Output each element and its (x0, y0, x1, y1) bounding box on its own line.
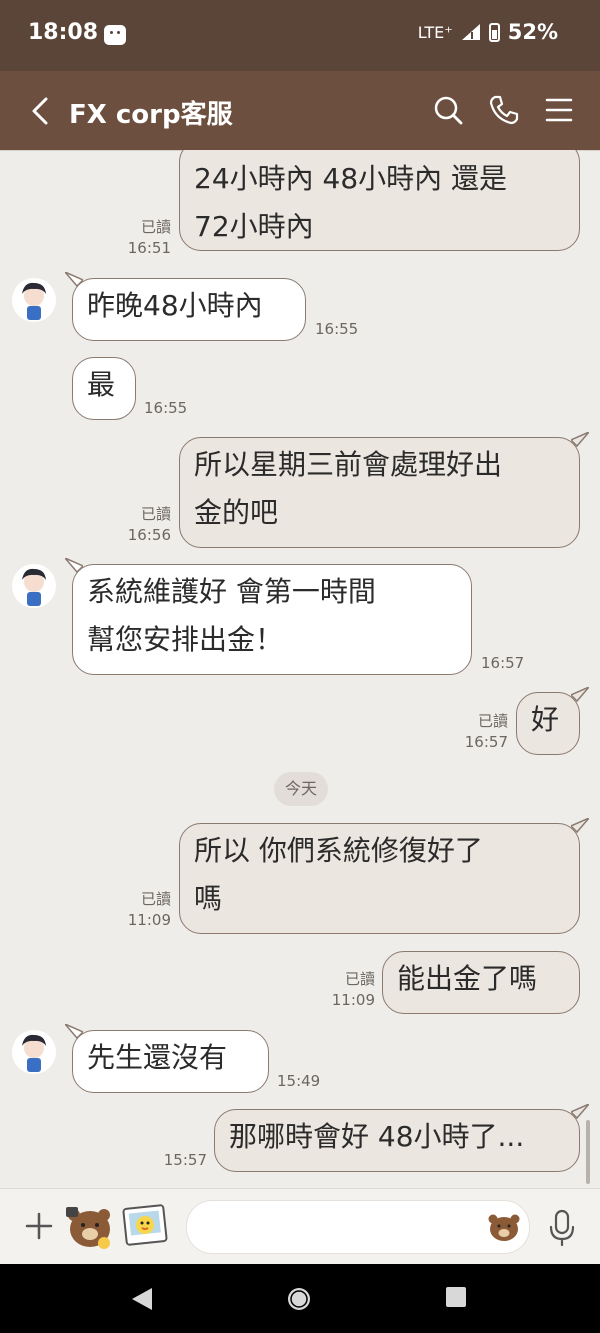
message-input[interactable] (186, 1200, 530, 1254)
signal-icon (461, 24, 480, 40)
message-meta: 已讀 16:57 (437, 711, 508, 753)
sticker-icon[interactable] (122, 1203, 170, 1249)
scrollbar[interactable] (586, 1120, 590, 1184)
message-text: 能出金了嗎 (397, 962, 538, 995)
sticker-icon[interactable] (62, 1201, 114, 1251)
message-text: 昨晚48小時內 (87, 289, 263, 322)
message-time: 16:55 (144, 399, 188, 417)
message-bubble-incoming[interactable]: 最 (72, 357, 136, 420)
microphone-icon[interactable] (548, 1209, 576, 1247)
message-text: 最 (87, 368, 116, 401)
search-icon[interactable] (431, 93, 465, 127)
message-time: 16:57 (464, 733, 508, 751)
message-time: 15:57 (163, 1151, 207, 1169)
plus-icon[interactable] (24, 1211, 54, 1241)
message-text: 72小時內 (194, 210, 314, 243)
message-bubble-incoming[interactable]: 系統維護好 會第一時間 幫您安排出金！ (65, 558, 472, 675)
message-bubble-outgoing[interactable]: 24小時內 48小時內 還是 72小時內 (179, 150, 580, 251)
system-navigation-bar (0, 1264, 600, 1333)
back-nav-icon[interactable] (130, 1286, 154, 1312)
avatar[interactable] (12, 564, 56, 608)
notification-icon (104, 25, 126, 45)
message-meta: 已讀 11:09 (100, 889, 171, 931)
message-text: 先生還沒有 (87, 1041, 228, 1074)
phone-icon[interactable] (487, 93, 521, 127)
message-bubble-incoming[interactable]: 先生還沒有 (65, 1024, 269, 1093)
bubble-tail (571, 687, 589, 703)
avatar[interactable] (12, 1030, 56, 1074)
read-receipt: 已讀 (344, 970, 375, 988)
message-text: 那哪時會好 48小時了... (229, 1120, 525, 1153)
message-list[interactable]: 24小時內 48小時內 還是 72小時內 已讀 16:51 昨晚48小時內 16… (0, 150, 600, 1188)
read-receipt: 已讀 (140, 890, 171, 908)
status-time: 18:08 (28, 20, 99, 45)
message-time: 15:49 (277, 1072, 321, 1090)
chat-title[interactable]: FX corp客服 (69, 94, 233, 131)
chat-header: FX corp客服 (0, 71, 600, 151)
read-receipt: 已讀 (140, 218, 171, 236)
message-bubble-outgoing[interactable]: 能出金了嗎 (382, 951, 580, 1014)
message-text: 所以 你們系統修復好了 (194, 834, 483, 867)
battery-percent: 52% (507, 20, 558, 44)
message-text: 系統維護好 會第一時間 (87, 575, 376, 608)
avatar[interactable] (12, 278, 56, 322)
message-text: 24小時內 48小時內 還是 (194, 162, 508, 195)
message-text: 好 (531, 703, 560, 736)
message-time: 16:56 (127, 526, 171, 544)
read-receipt: 已讀 (140, 505, 171, 523)
message-time: 11:09 (331, 991, 375, 1009)
message-bubble-incoming[interactable]: 昨晚48小時內 (65, 272, 306, 341)
bubble-tail (65, 558, 83, 574)
message-text: 幫您安排出金！ (87, 623, 284, 656)
message-time: 16:51 (127, 239, 171, 257)
bubble-tail (65, 1024, 83, 1040)
message-time: 16:57 (481, 654, 525, 672)
emoji-icon[interactable] (487, 1211, 521, 1243)
bubble-tail (571, 818, 589, 834)
recents-nav-icon[interactable] (445, 1286, 467, 1308)
message-time: 11:09 (127, 911, 171, 929)
message-input-bar (0, 1188, 600, 1265)
menu-icon[interactable] (542, 93, 576, 127)
message-bubble-outgoing[interactable]: 好 (516, 687, 589, 755)
status-bar: 18:08 LTE⁺ 52% (0, 0, 600, 71)
date-divider: 今天 (274, 772, 328, 806)
message-bubble-outgoing[interactable]: 所以 你們系統修復好了 嗎 (179, 818, 589, 934)
message-bubble-outgoing[interactable]: 所以星期三前會處理好出 金的吧 (179, 432, 589, 548)
bubble-tail (65, 272, 83, 288)
bubble-tail (571, 432, 589, 448)
read-receipt: 已讀 (477, 712, 508, 730)
message-time: 16:55 (315, 320, 359, 338)
home-nav-icon[interactable] (286, 1286, 312, 1312)
battery-icon (488, 22, 500, 42)
message-text: 嗎 (194, 882, 223, 915)
message-meta: 已讀 11:09 (304, 969, 375, 1011)
message-text: 金的吧 (194, 496, 279, 529)
message-text: 所以星期三前會處理好出 (194, 448, 503, 481)
message-meta: 已讀 16:56 (100, 504, 171, 546)
message-bubble-outgoing[interactable]: 那哪時會好 48小時了... (214, 1104, 589, 1172)
status-right: LTE⁺ 52% (418, 20, 558, 44)
network-label: LTE⁺ (417, 22, 453, 42)
message-meta: 已讀 16:51 (100, 217, 171, 259)
chevron-left-icon[interactable] (26, 93, 56, 129)
